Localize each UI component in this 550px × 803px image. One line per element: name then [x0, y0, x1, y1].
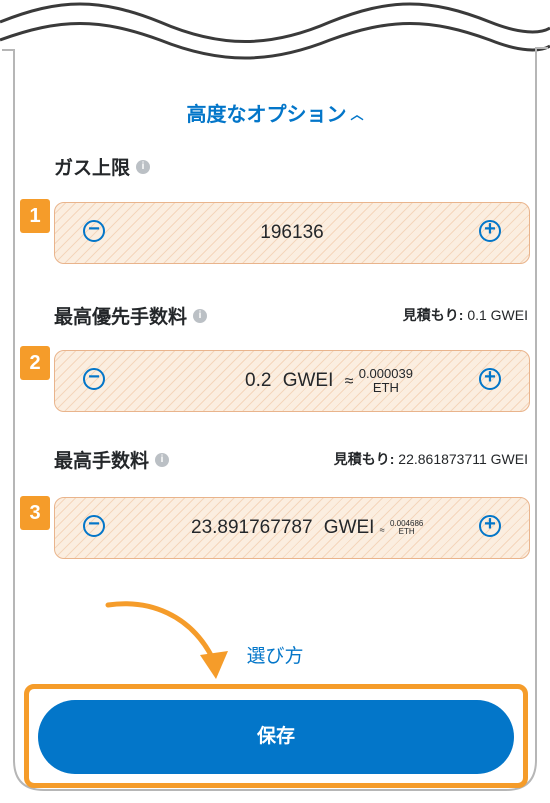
gas-limit-field[interactable]: − 196136 +: [54, 202, 530, 264]
max-priority-fee-label: 最高優先手数料 i: [54, 302, 208, 329]
max-priority-fee-label-text: 最高優先手数料: [54, 307, 188, 328]
step-badge-2: 2: [20, 346, 50, 380]
minus-circle-icon[interactable]: −: [83, 367, 105, 390]
max-priority-fee-value[interactable]: 0.2 GWEI ≈ 0.000039 ETH: [245, 351, 413, 411]
max-fee-value[interactable]: 23.891767787 GWEI ≈ 0.004686 ETH: [191, 498, 423, 558]
estimate-label: 見積もり:: [333, 451, 395, 467]
fee-unit: GWEI: [282, 370, 334, 391]
max-fee-label-text: 最高手数料: [54, 451, 150, 472]
eth-unit: ETH: [372, 379, 399, 395]
fee-value: 0.2: [245, 370, 272, 391]
max-priority-fee-estimate: 見積もり: 0.1 GWEI: [403, 305, 528, 325]
fee-value: 23.891767787: [191, 517, 313, 538]
chevron-up-icon: ︿: [350, 107, 364, 122]
eth-unit: ETH: [398, 526, 415, 536]
minus-circle-icon[interactable]: −: [83, 514, 105, 537]
eth-conversion: 0.000039 ETH: [359, 367, 413, 394]
max-priority-fee-field[interactable]: − 0.2 GWEI ≈ 0.000039 ETH +: [54, 350, 530, 412]
step-badge-3: 3: [20, 496, 50, 530]
fee-unit: GWEI: [323, 517, 375, 538]
max-fee-label: 最高手数料 i: [54, 446, 170, 473]
info-icon[interactable]: i: [155, 452, 170, 467]
plus-circle-icon[interactable]: +: [479, 219, 501, 242]
advanced-options-label: 高度なオプション: [186, 104, 347, 126]
gas-limit-label: ガス上限 i: [54, 153, 151, 180]
info-icon[interactable]: i: [136, 159, 151, 174]
estimate-value: 0.1 GWEI: [467, 307, 528, 323]
save-button[interactable]: 保存: [38, 700, 514, 774]
estimate-label: 見積もり:: [402, 307, 464, 323]
how-to-choose-link[interactable]: 選び方: [0, 641, 550, 668]
max-fee-field[interactable]: − 23.891767787 GWEI ≈ 0.004686 ETH +: [54, 497, 530, 559]
estimate-value: 22.861873711 GWEI: [398, 451, 528, 467]
step-badge-1: 1: [20, 199, 50, 233]
gas-limit-value[interactable]: 196136: [55, 203, 529, 263]
eth-conversion: 0.004686 ETH: [390, 519, 423, 537]
max-fee-estimate: 見積もり: 22.861873711 GWEI: [334, 449, 528, 469]
plus-circle-icon[interactable]: +: [479, 514, 501, 537]
advanced-options-toggle[interactable]: 高度なオプション ︿: [0, 98, 550, 127]
approx-symbol: ≈: [379, 525, 385, 535]
plus-circle-icon[interactable]: +: [479, 367, 501, 390]
gas-limit-label-text: ガス上限: [54, 158, 131, 179]
approx-symbol: ≈: [344, 373, 354, 390]
info-icon[interactable]: i: [193, 308, 208, 323]
